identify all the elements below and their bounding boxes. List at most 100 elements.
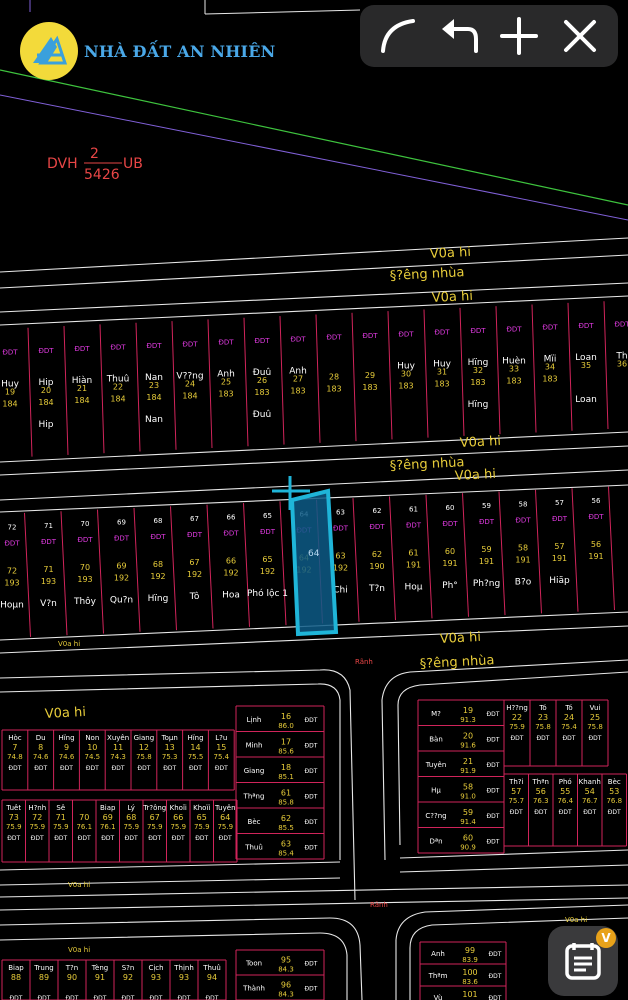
block-c-area: 85.8 (278, 798, 294, 806)
block-e-owner: Tó (564, 704, 572, 712)
block-e-number: 23 (538, 713, 548, 722)
lot-type: ĐDT (260, 528, 276, 536)
lot-number: 62 (373, 507, 382, 515)
block-c-owner: Minh (246, 741, 263, 749)
block-b-area: 75.9 (6, 823, 22, 831)
lot-number: 70 (81, 520, 90, 528)
lot-area: 193 (41, 577, 56, 586)
lot-boundary (531, 304, 537, 433)
lot-area: 184 (2, 400, 17, 409)
drainage-label: Rãnh (370, 901, 388, 909)
block-c-number: 17 (281, 737, 291, 746)
block-f-type: ĐDT (608, 809, 621, 816)
block-b-owner: Lý (128, 804, 135, 812)
lot-number: 72 (7, 566, 17, 575)
lot-area: 192 (223, 569, 238, 578)
block-d-owner: Dªn (429, 837, 442, 845)
block-g-number: 93 (151, 973, 161, 982)
cad-map[interactable]: DVH 2 5426 UB V0a hi §?êng nhùa V0a hi V… (0, 0, 628, 1000)
brand-logo-icon (20, 22, 78, 80)
block-b-number: 72 (32, 813, 42, 822)
block-e-owner: H??ng (506, 704, 528, 712)
lot-number: 70 (80, 563, 90, 572)
block-b-type: ĐDT (7, 835, 20, 842)
lot-owner: Hoa (222, 591, 240, 601)
lot-type: ĐDT (515, 516, 531, 524)
block-a-number: 11 (113, 743, 123, 752)
lot-number: 68 (154, 517, 163, 525)
block-c-type: ĐDT (305, 717, 318, 724)
block-a-owner: Giang (134, 734, 155, 742)
block-e-number: 24 (564, 713, 574, 722)
lot-boundary (459, 307, 465, 436)
lot-owner: Hiãp (549, 576, 570, 586)
block-c-number: 62 (281, 814, 291, 823)
block-b-area: 75.9 (123, 823, 139, 831)
block-c-type: ĐDT (305, 793, 318, 800)
block-a-area: 74.5 (85, 753, 101, 761)
lot-number: 56 (592, 497, 601, 505)
block-g-number: 90 (67, 973, 77, 982)
block-a-owner: Hïng (58, 734, 74, 742)
road-label-small: V0a hi (68, 881, 90, 889)
block-h-type: ĐDT (305, 986, 318, 993)
parcel-code-num: 2 (90, 146, 99, 162)
lot-number: 69 (117, 519, 126, 527)
lot-boundary (63, 326, 69, 455)
road-label: V0a hi (429, 245, 471, 262)
add-button[interactable] (493, 10, 545, 62)
block-b-owner: Biap (100, 804, 116, 812)
lot-area: 184 (74, 396, 89, 405)
lot-number: 29 (365, 371, 375, 380)
block-i-number: 101 (462, 990, 477, 999)
lot-boundary (495, 306, 501, 435)
block-e-type: ĐDT (563, 735, 576, 742)
block-c-area: 86.0 (278, 722, 294, 730)
block-c-number: 18 (281, 763, 291, 772)
block-g-owner: S?n (122, 964, 135, 972)
notes-button[interactable]: V (548, 926, 618, 996)
block-a-area: 74.8 (7, 753, 23, 761)
lot-owner-alt: Hip (39, 420, 54, 430)
block-b-type: ĐDT (219, 835, 232, 842)
block-c-owner: Thuû (244, 843, 263, 851)
block-b-area: 75.9 (53, 823, 69, 831)
arc-tool-button[interactable] (372, 10, 424, 62)
lot-type: ĐDT (4, 539, 20, 547)
block-a-number: 9 (64, 743, 69, 752)
lot-number: 32 (473, 366, 483, 375)
block-b-number: 69 (103, 813, 113, 822)
lot-owner: Hïng (148, 594, 169, 604)
lot-type: ĐDT (479, 518, 495, 526)
block-c-owner: Bèc (248, 818, 261, 826)
lot-boundary (206, 504, 214, 629)
block-c-type: ĐDT (305, 768, 318, 775)
lot-owner: Thôy (73, 596, 97, 607)
lot-type: ĐDT (187, 531, 203, 539)
block-f-type: ĐDT (534, 809, 547, 816)
lot-number: 28 (329, 373, 339, 382)
lot-number: 69 (116, 562, 126, 571)
lot-number: 61 (408, 548, 418, 557)
lot-area: 183 (326, 385, 341, 394)
block-h-area: 84.3 (278, 991, 294, 999)
parcel-code-prefix: DVH (47, 156, 78, 172)
notes-badge: V (596, 928, 616, 948)
block-i-type: ĐDT (489, 951, 502, 958)
lot-boundary (567, 302, 573, 431)
lot-boundary (99, 324, 105, 454)
lot-boundary (243, 503, 250, 627)
close-icon (563, 20, 596, 52)
lot-type: ĐDT (506, 325, 522, 333)
block-d-type: ĐDT (487, 762, 500, 769)
block-c-area: 85.1 (278, 773, 294, 781)
lot-number: 35 (581, 361, 591, 370)
lot-type: ĐDT (398, 330, 414, 338)
lot-number: 31 (437, 368, 447, 377)
lot-number: 63 (335, 552, 345, 561)
close-button[interactable] (554, 10, 606, 62)
lot-area: 184 (182, 391, 197, 400)
undo-button[interactable] (433, 10, 485, 62)
block-g-number: 92 (123, 973, 133, 982)
lot-boundary (243, 317, 249, 447)
